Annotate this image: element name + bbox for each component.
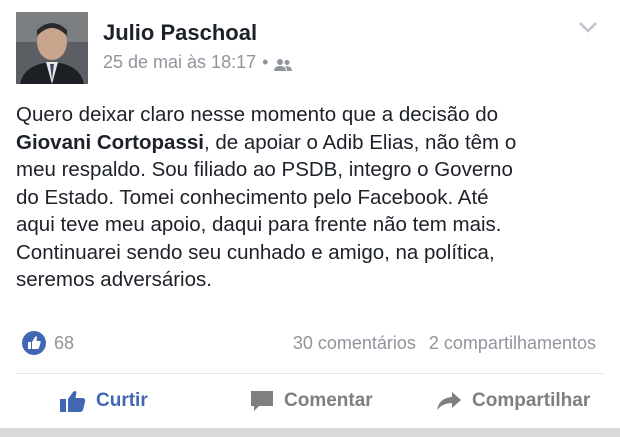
comment-button[interactable]: Comentar [250, 386, 373, 416]
like-reaction-icon[interactable] [22, 331, 46, 355]
mentioned-name: Giovani Cortopassi [16, 130, 204, 154]
thumbs-up-icon [60, 391, 86, 412]
feed-separator [0, 428, 620, 437]
post-text-line: Continuarei sendo seu cunhado e amigo, n… [16, 240, 495, 264]
post-header: Julio Paschoal 25 de mai às 18:17 • [16, 12, 604, 88]
post-stats: 68 30 comentários 2 compartilhamentos [16, 328, 604, 358]
like-count[interactable]: 68 [54, 333, 74, 354]
post-timestamp[interactable]: 25 de mai às 18:17 [103, 52, 256, 73]
post-text-line: meu respaldo. Sou filiado ao PSDB, integ… [16, 158, 513, 181]
divider [16, 373, 604, 374]
comment-count[interactable]: 30 comentários [293, 333, 416, 353]
post-meta: 25 de mai às 18:17 • [103, 52, 293, 73]
post-text-line: do Estado. Tomei conhecimento pelo Faceb… [16, 185, 489, 209]
avatar[interactable] [16, 12, 88, 84]
meta-separator: • [262, 52, 269, 72]
share-button[interactable]: Compartilhar [436, 386, 590, 416]
author-name[interactable]: Julio Paschoal [103, 20, 257, 46]
post-text-line: aqui teve meu apoio, daqui para frente n… [16, 213, 502, 236]
comment-icon [251, 391, 273, 411]
post-text: Quero deixar claro nesse momento que a d… [16, 101, 610, 294]
post-text-segment: , de apoiar o Adib Elias, não têm o [203, 130, 517, 154]
share-label: Compartilhar [472, 390, 591, 411]
post-text-line: seremos adversários. [16, 268, 212, 291]
friends-icon[interactable] [274, 56, 293, 71]
share-count[interactable]: 2 compartilhamentos [429, 333, 596, 353]
comment-label: Comentar [284, 390, 373, 411]
post-text-line: Quero deixar claro nesse momento que a d… [16, 103, 499, 126]
like-label: Curtir [96, 390, 148, 411]
like-button[interactable]: Curtir [60, 386, 148, 416]
action-bar: Curtir Comentar Compartilhar [0, 378, 620, 424]
chevron-down-icon[interactable] [578, 20, 598, 34]
share-arrow-icon [437, 392, 461, 410]
post-text-line: Giovani Cortopassi, de apoiar o Adib Eli… [16, 129, 610, 157]
engagement-counts: 30 comentários 2 compartilhamentos [293, 333, 596, 354]
